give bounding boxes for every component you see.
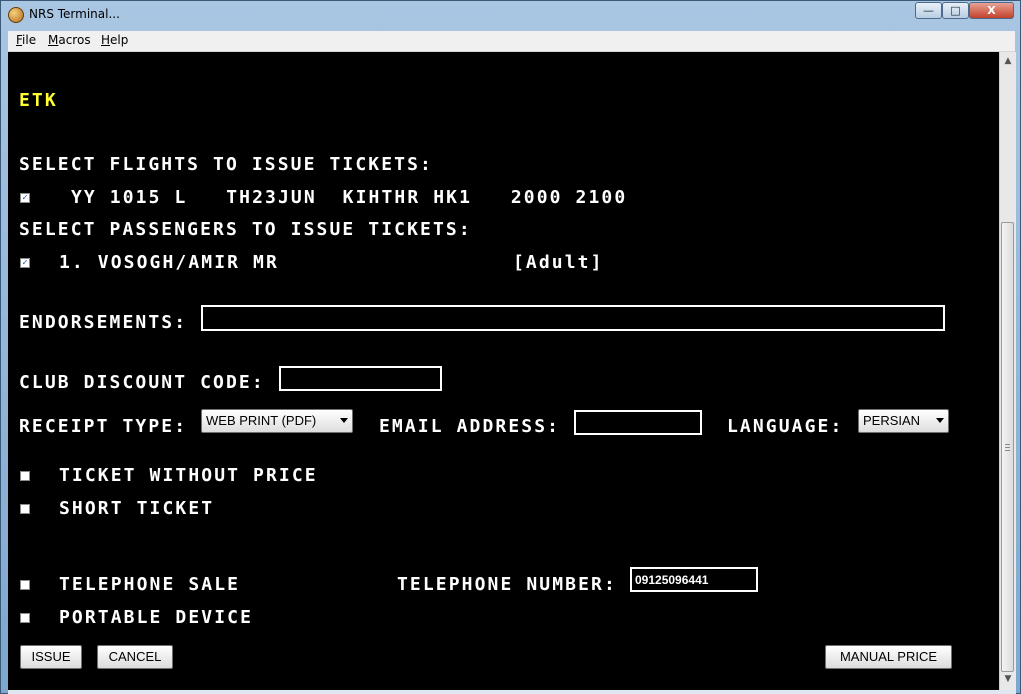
menu-macros[interactable]: Macros (48, 33, 91, 47)
passenger-line: 1. VOSOGH/AMIR MR (59, 252, 279, 273)
minimize-button[interactable]: — (915, 2, 942, 19)
menu-bar: File Macros Help (8, 31, 1015, 52)
endorsements-input[interactable] (201, 305, 945, 331)
language-label: LANGUAGE: (727, 416, 844, 437)
telephone-sale-label: TELEPHONE SALE (59, 574, 241, 595)
title-bar[interactable]: NRS Terminal... — □ X (1, 1, 1020, 29)
flight-line: YY 1015 L TH23JUN KIHTHR HK1 2000 2100 (71, 187, 628, 208)
endorsements-label: ENDORSEMENTS: (19, 312, 188, 333)
manual-price-button[interactable]: MANUAL PRICE (825, 645, 952, 669)
menu-macros-mnemonic: M (48, 33, 59, 47)
receipt-type-select[interactable]: WEB PRINT (PDF) (201, 409, 353, 433)
telephone-number-input[interactable] (630, 567, 758, 592)
menu-file[interactable]: File (16, 33, 36, 47)
email-label: EMAIL ADDRESS: (379, 416, 561, 437)
scroll-up-icon[interactable]: ▲ (1002, 54, 1014, 68)
receipt-type-label: RECEIPT TYPE: (19, 416, 188, 437)
maximize-button[interactable]: □ (942, 2, 969, 19)
menu-macros-label: acros (58, 33, 91, 47)
receipt-type-value: WEB PRINT (PDF) (206, 413, 317, 428)
email-input[interactable] (574, 410, 702, 435)
club-discount-label: CLUB DISCOUNT CODE: (19, 372, 265, 393)
menu-help[interactable]: Help (101, 33, 128, 47)
passenger-checkbox[interactable]: ✓ (20, 258, 30, 268)
chevron-down-icon (936, 418, 944, 423)
club-discount-input[interactable] (279, 366, 442, 391)
telephone-number-label: TELEPHONE NUMBER: (397, 574, 617, 595)
ticket-without-price-label: TICKET WITHOUT PRICE (59, 465, 318, 486)
chevron-down-icon (340, 418, 348, 423)
scroll-thumb[interactable] (1001, 222, 1014, 672)
flight-checkbox[interactable]: ✓ (20, 193, 30, 203)
window-title: NRS Terminal... (29, 7, 120, 21)
grip-line-icon (1005, 450, 1010, 451)
menu-file-label: ile (22, 33, 37, 47)
ticket-without-price-checkbox[interactable] (20, 471, 30, 481)
screen-heading: ETK (19, 90, 58, 111)
vertical-scrollbar[interactable]: ▲ ▼ (999, 52, 1016, 690)
language-select[interactable]: PERSIAN (858, 409, 949, 433)
cancel-button[interactable]: CANCEL (97, 645, 173, 669)
window-bottom-edge (8, 690, 1016, 694)
app-icon (8, 7, 24, 23)
short-ticket-checkbox[interactable] (20, 504, 30, 514)
passengers-label: SELECT PASSENGERS TO ISSUE TICKETS: (19, 219, 472, 240)
scroll-down-icon[interactable]: ▼ (1002, 672, 1014, 686)
portable-device-checkbox[interactable] (20, 613, 30, 623)
terminal-screen: ETK SELECT FLIGHTS TO ISSUE TICKETS: ✓ Y… (8, 52, 999, 690)
passenger-type: [Adult] (513, 252, 604, 273)
menu-help-mnemonic: H (101, 33, 111, 47)
portable-device-label: PORTABLE DEVICE (59, 607, 254, 628)
issue-button[interactable]: ISSUE (20, 645, 82, 669)
telephone-sale-checkbox[interactable] (20, 580, 30, 590)
grip-line-icon (1005, 447, 1010, 448)
grip-line-icon (1005, 444, 1010, 445)
app-window: NRS Terminal... — □ X File Macros Help E… (0, 0, 1021, 694)
close-button[interactable]: X (969, 2, 1014, 19)
flights-label: SELECT FLIGHTS TO ISSUE TICKETS: (19, 154, 433, 175)
language-value: PERSIAN (863, 413, 921, 428)
short-ticket-label: SHORT TICKET (59, 498, 215, 519)
menu-help-label: elp (110, 33, 129, 47)
window-controls: — □ X (915, 2, 1014, 19)
